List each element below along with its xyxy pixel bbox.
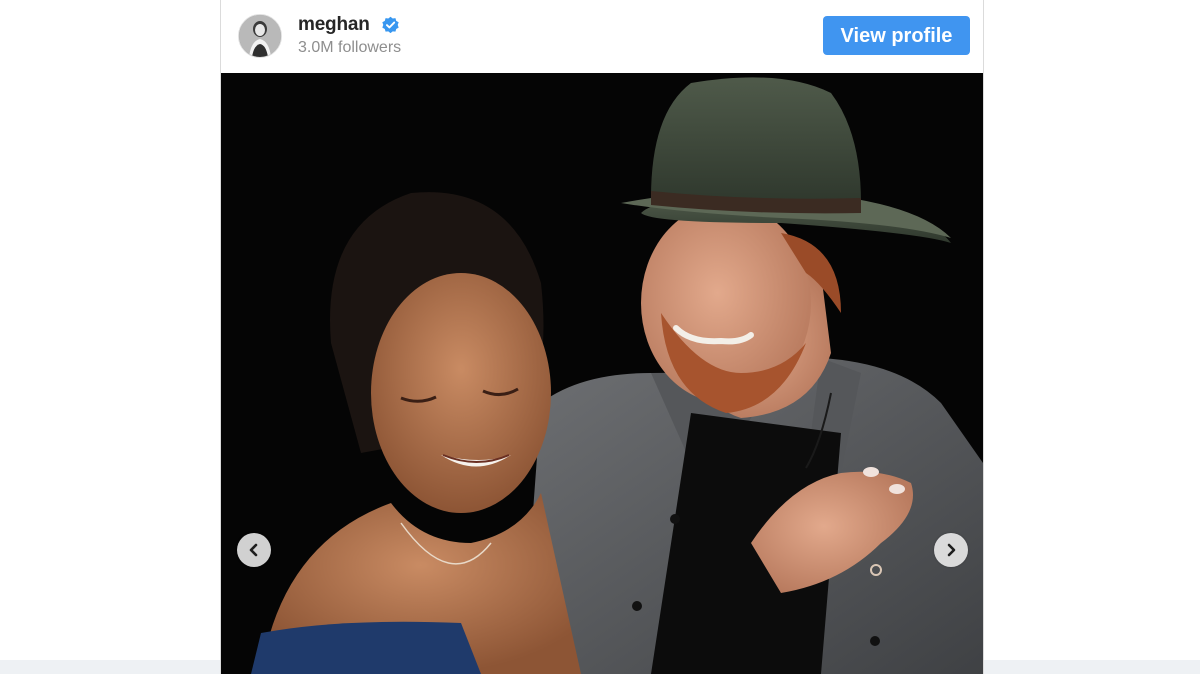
avatar[interactable]	[238, 14, 282, 58]
follower-count: 3.0M followers	[298, 39, 402, 56]
instagram-embed-card: meghan 3.0M followers View profile	[220, 0, 984, 674]
verified-badge-icon	[381, 16, 400, 35]
view-profile-button[interactable]: View profile	[823, 16, 970, 55]
username[interactable]: meghan	[298, 14, 370, 36]
chevron-right-icon	[947, 543, 956, 557]
post-header: meghan 3.0M followers View profile	[221, 0, 983, 73]
chevron-left-icon	[249, 543, 258, 557]
carousel-prev-button[interactable]	[237, 533, 271, 567]
post-photo[interactable]	[221, 73, 983, 674]
carousel-next-button[interactable]	[934, 533, 968, 567]
